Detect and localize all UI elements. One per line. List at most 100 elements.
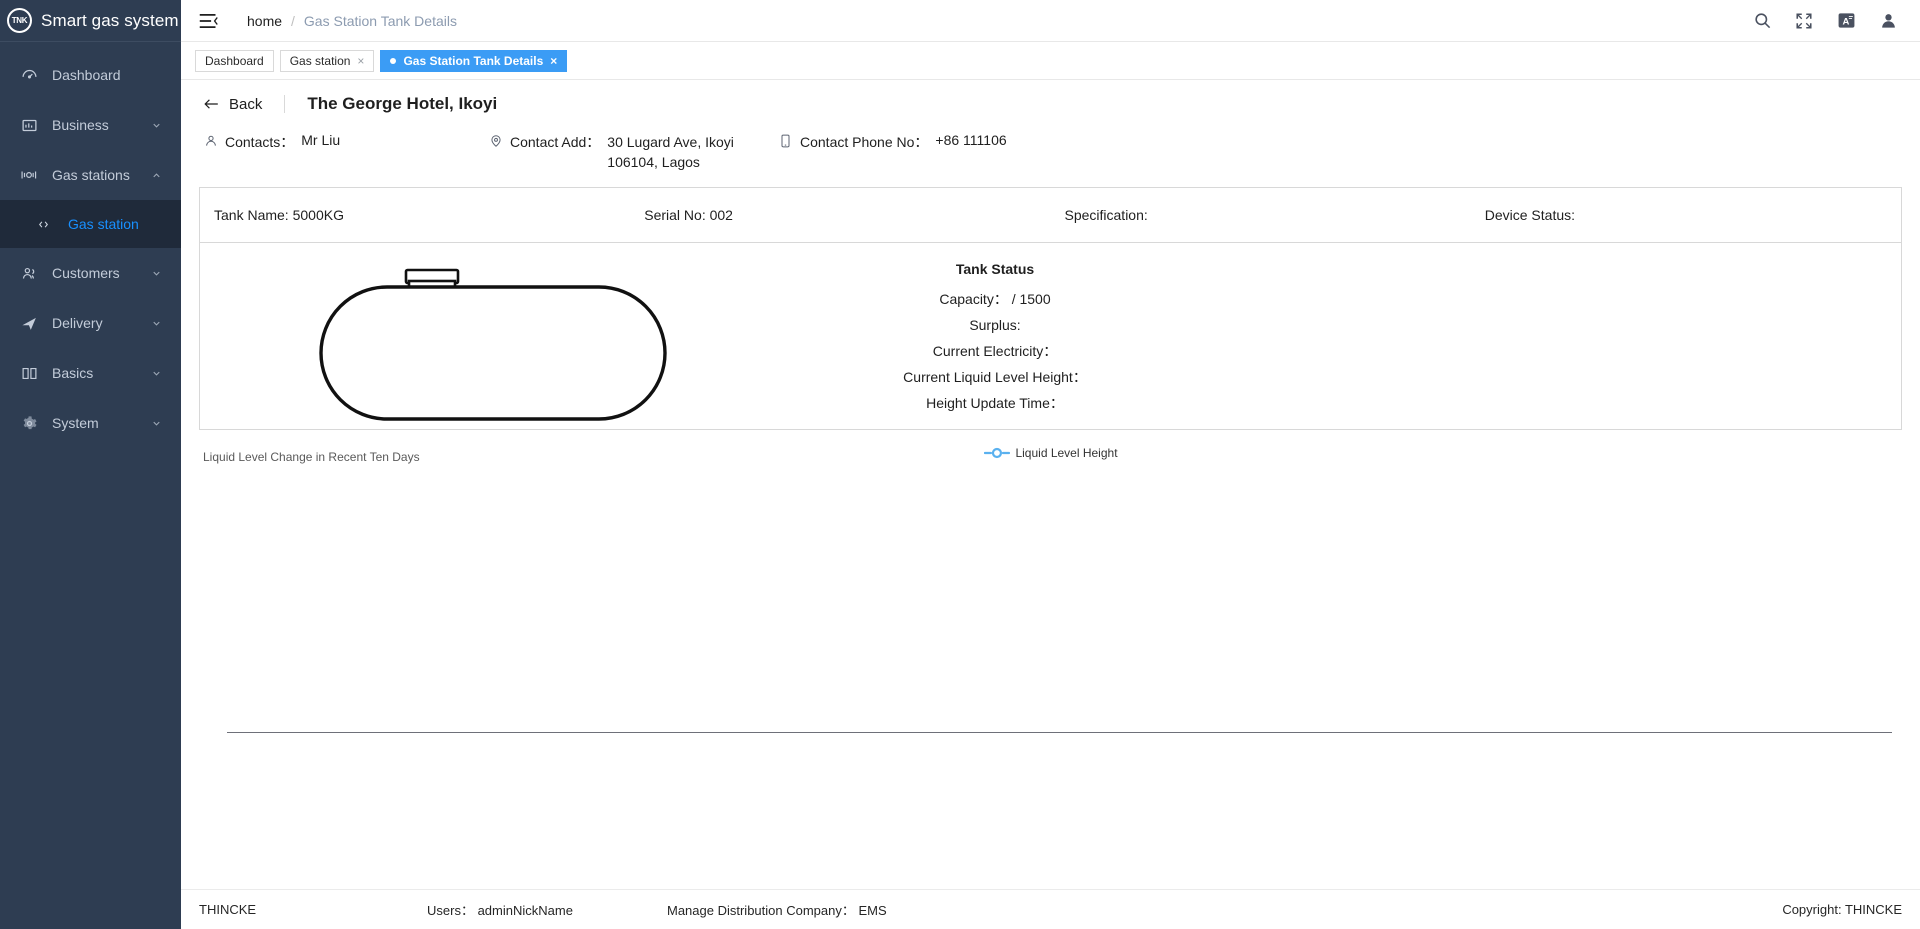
topbar-actions: A (1752, 11, 1898, 31)
business-icon (20, 117, 38, 134)
surplus-label: Surplus: (969, 316, 1021, 333)
header-divider (284, 95, 286, 113)
sidebar-item-label: Business (52, 117, 109, 133)
device-status-cell: Device Status: (1469, 207, 1887, 223)
phone-label: Contact Phone No： (800, 134, 929, 150)
page-title: The George Hotel, Ikoyi (307, 94, 498, 113)
tank-logo-icon: TNK (7, 8, 32, 33)
capacity-row: Capacity： / 1500 (785, 286, 1205, 312)
mobile-phone-icon (778, 134, 793, 148)
brand-title: Smart gas system (41, 10, 179, 30)
customers-icon (20, 265, 38, 282)
sidebar-item-label: Gas stations (52, 167, 130, 183)
footer-users-label: Users： (427, 903, 474, 918)
device-status-label: Device Status: (1484, 206, 1576, 223)
sidebar-item-system[interactable]: System (0, 398, 181, 448)
surplus-row: Surplus: (785, 312, 1205, 338)
hamburger-menu-icon[interactable] (197, 10, 219, 32)
sidebar-item-label: Gas station (68, 216, 139, 232)
tank-vessel-icon (318, 268, 667, 421)
serial-no-label: Serial No: (644, 206, 706, 223)
address-value: 30 Lugard Ave, Ikoyi 106104, Lagos (607, 134, 734, 171)
code-brackets-icon (34, 218, 52, 231)
serial-no-value: 002 (709, 206, 733, 223)
sidebar-item-label: Dashboard (52, 67, 121, 83)
breadcrumb-separator: / (291, 12, 295, 29)
tab-close-icon[interactable]: × (550, 55, 557, 67)
legend-line-marker-icon (983, 447, 1010, 459)
phone-field: Contact Phone No： +86 111106 (778, 132, 1007, 152)
height-update-time-label: Height Update Time： (926, 394, 1064, 411)
chevron-down-icon (151, 318, 163, 329)
page-header: Back The George Hotel, Ikoyi (199, 80, 1902, 128)
tank-name-value: 5000KG (292, 206, 344, 223)
brand-logo-text: TNK (11, 16, 28, 25)
capacity-label: Capacity： (939, 290, 1008, 307)
tank-detail-card: Tank Name: 5000KG Serial No: 002 Specifi… (199, 186, 1902, 430)
sidebar-item-label: System (52, 415, 99, 431)
back-button[interactable]: Back (203, 96, 262, 113)
brand-header[interactable]: TNK Smart gas system (0, 0, 181, 42)
sidebar-item-gas-stations[interactable]: Gas stations (0, 150, 181, 200)
sidebar-item-delivery[interactable]: Delivery (0, 298, 181, 348)
sidebar: TNK Smart gas system Dashboard Business … (0, 0, 181, 929)
sidebar-item-label: Basics (52, 365, 94, 381)
chart-x-axis-line (227, 731, 1892, 733)
legend-label: Liquid Level Height (1015, 445, 1118, 460)
tab-label: Gas station (289, 53, 351, 68)
breadcrumb-current: Gas Station Tank Details (303, 12, 457, 29)
contacts-label: Contacts： (225, 134, 295, 150)
gear-icon (20, 415, 38, 432)
tab-active-dot-icon (390, 57, 397, 64)
chevron-down-icon (151, 368, 163, 379)
footer-users-value: adminNickName (477, 903, 573, 918)
sidebar-item-gas-station[interactable]: Gas station (0, 200, 181, 248)
delivery-icon (20, 315, 38, 332)
tank-header-row: Tank Name: 5000KG Serial No: 002 Specifi… (200, 188, 1901, 243)
phone-value: +86 111106 (935, 132, 1007, 148)
tab-close-icon[interactable]: × (357, 55, 364, 67)
tab-label: Gas Station Tank Details (403, 53, 544, 68)
sidebar-nav: Dashboard Business Gas stations Gas stat… (0, 42, 181, 448)
tank-card-body: Tank Status Capacity： / 1500 Surplus: Cu… (200, 243, 1901, 429)
contact-info-row: Contacts： Mr Liu Contact Add： 30 Lugard … (199, 128, 1902, 187)
sidebar-item-business[interactable]: Business (0, 100, 181, 150)
book-icon (20, 365, 38, 382)
tab-dashboard[interactable]: Dashboard (195, 49, 274, 72)
tank-status-title: Tank Status (955, 260, 1035, 277)
search-icon[interactable] (1752, 11, 1772, 31)
footer-copyright: Copyright: THINCKE (1782, 902, 1902, 917)
current-electricity-label: Current Electricity： (932, 342, 1058, 359)
current-electricity-row: Current Electricity： (785, 338, 1205, 364)
sidebar-item-basics[interactable]: Basics (0, 348, 181, 398)
tank-graphic-pane (200, 261, 785, 425)
tab-bar: Dashboard Gas station × Gas Station Tank… (181, 42, 1920, 80)
fullscreen-icon[interactable] (1794, 11, 1814, 31)
height-update-time-row: Height Update Time： (785, 390, 1205, 416)
contacts-value: Mr Liu (301, 132, 341, 148)
breadcrumb-home[interactable]: home (247, 13, 282, 29)
footer-users: Users： adminNickName (427, 900, 667, 919)
contacts-field: Contacts： Mr Liu (203, 132, 488, 152)
svg-text:A: A (1842, 16, 1849, 27)
sidebar-item-customers[interactable]: Customers (0, 248, 181, 298)
address-field: Contact Add： 30 Lugard Ave, Ikoyi 106104… (488, 132, 778, 173)
language-icon[interactable]: A (1836, 11, 1856, 31)
location-pin-icon (488, 134, 503, 148)
chevron-down-icon (151, 268, 163, 279)
chart-legend[interactable]: Liquid Level Height (983, 445, 1118, 460)
tank-status-pane: Tank Status Capacity： / 1500 Surplus: Cu… (785, 261, 1205, 416)
sidebar-item-dashboard[interactable]: Dashboard (0, 50, 181, 100)
specification-label: Specification: (1064, 206, 1148, 223)
specification-cell: Specification: (1051, 207, 1469, 223)
liquid-level-chart: Liquid Level Change in Recent Ten Days L… (199, 442, 1902, 862)
tab-label: Dashboard (205, 53, 264, 68)
page-footer: THINCKE Users： adminNickName Manage Dist… (181, 889, 1920, 929)
serial-no-cell: Serial No: 002 (632, 207, 1050, 223)
app-root: TNK Smart gas system Dashboard Business … (0, 0, 1920, 929)
tab-gas-station-tank-details[interactable]: Gas Station Tank Details × (380, 49, 568, 72)
person-icon (203, 134, 218, 148)
user-avatar-icon[interactable] (1878, 11, 1898, 31)
tab-gas-station[interactable]: Gas station × (279, 49, 375, 72)
capacity-value: / 1500 (1011, 290, 1051, 307)
